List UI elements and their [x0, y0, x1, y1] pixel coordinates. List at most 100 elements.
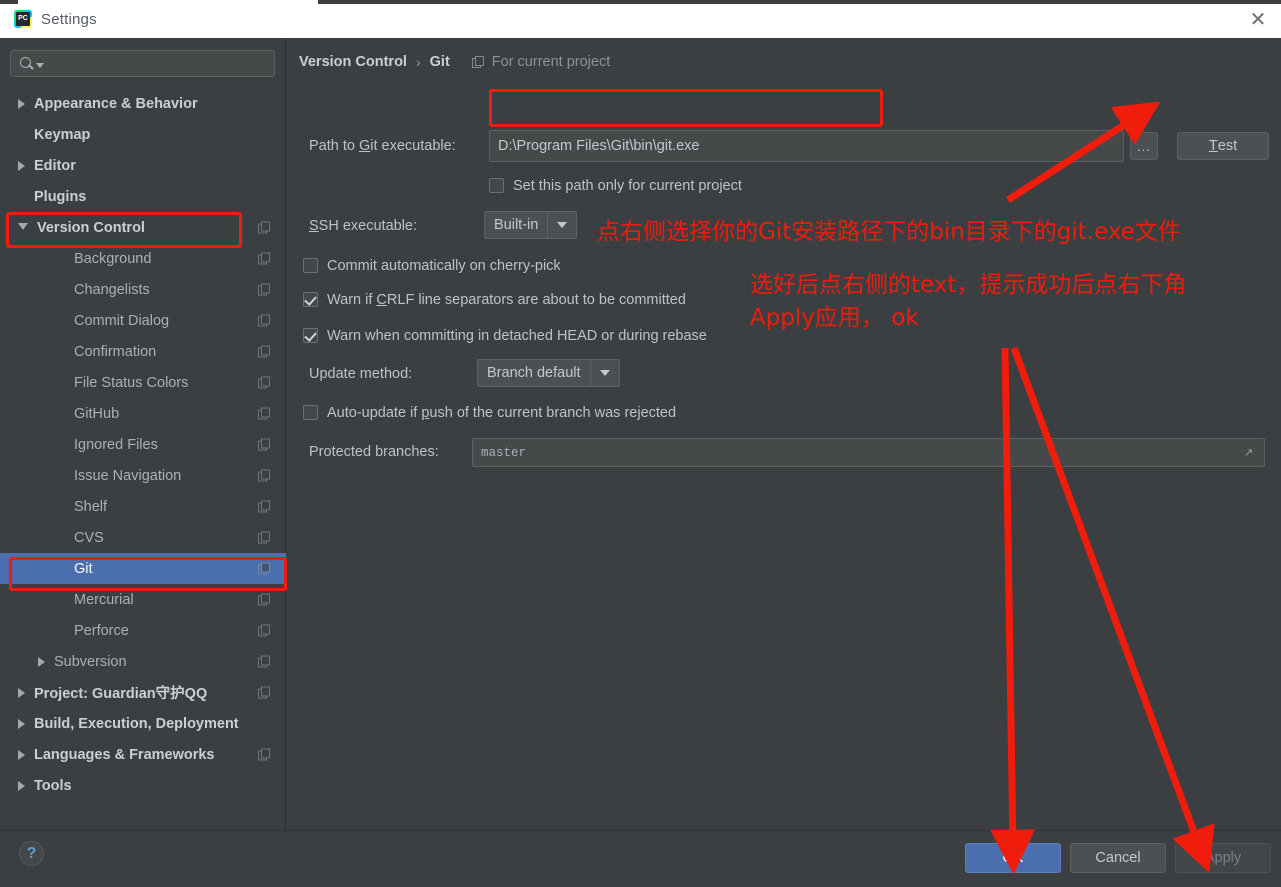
sidebar-item-issue-navigation[interactable]: Issue Navigation: [0, 460, 286, 491]
breadcrumb-parent[interactable]: Version Control: [299, 54, 407, 70]
scope-label: For current project: [491, 54, 611, 70]
copy-settings-icon[interactable]: [258, 531, 271, 544]
sidebar-item-cvs[interactable]: CVS: [0, 522, 286, 553]
sidebar-item-label: Languages & Frameworks: [34, 746, 215, 763]
chevron-right-icon[interactable]: [18, 160, 25, 171]
sidebar-item-keymap[interactable]: Keymap: [0, 119, 286, 150]
sidebar-item-tools[interactable]: Tools: [0, 770, 286, 801]
sidebar-item-label: Build, Execution, Deployment: [34, 715, 239, 732]
sidebar-item-plugins[interactable]: Plugins: [0, 181, 286, 212]
git-executable-path-input[interactable]: D:\Program Files\Git\bin\git.exe: [489, 130, 1124, 162]
protected-branches-input[interactable]: master ↗: [472, 438, 1265, 467]
copy-settings-icon[interactable]: [258, 748, 271, 761]
ok-button[interactable]: OK: [965, 843, 1061, 873]
commit-cherry-pick-checkbox[interactable]: [303, 258, 318, 273]
sidebar-item-mercurial[interactable]: Mercurial: [0, 584, 286, 615]
sidebar-item-github[interactable]: GitHub: [0, 398, 286, 429]
copy-settings-icon[interactable]: [258, 469, 271, 482]
close-icon[interactable]: ✕: [1235, 0, 1281, 38]
copy-settings-icon[interactable]: [258, 686, 271, 699]
help-button[interactable]: ?: [19, 841, 44, 866]
cancel-button[interactable]: Cancel: [1070, 843, 1166, 873]
window-title-bar: Settings ✕: [0, 0, 1281, 38]
sidebar-item-changelists[interactable]: Changelists: [0, 274, 286, 305]
chevron-right-icon[interactable]: [18, 687, 25, 698]
chevron-down-icon[interactable]: [36, 63, 44, 68]
copy-settings-icon[interactable]: [258, 252, 271, 265]
copy-settings-icon[interactable]: [258, 345, 271, 358]
sidebar-item-label: Mercurial: [74, 591, 134, 608]
sidebar-item-label: Issue Navigation: [74, 467, 182, 484]
sidebar-item-appearance-behavior[interactable]: Appearance & Behavior: [0, 88, 286, 119]
chevron-right-icon[interactable]: [18, 718, 25, 729]
sidebar-item-languages-frameworks[interactable]: Languages & Frameworks: [0, 739, 286, 770]
sidebar-item-background[interactable]: Background: [0, 243, 286, 274]
chevron-right-icon[interactable]: [18, 98, 25, 109]
warn-crlf-checkbox[interactable]: [303, 292, 318, 307]
sidebar-item-file-status-colors[interactable]: File Status Colors: [0, 367, 286, 398]
dialog-footer: ? OK Cancel Apply: [0, 830, 1281, 887]
ssh-executable-value: Built-in: [494, 217, 539, 233]
combo-divider: [589, 360, 591, 386]
sidebar-item-shelf[interactable]: Shelf: [0, 491, 286, 522]
copy-settings-icon[interactable]: [258, 624, 271, 637]
copy-settings-icon[interactable]: [258, 655, 271, 668]
chevron-right-icon[interactable]: [18, 749, 25, 760]
sidebar-item-ignored-files[interactable]: Ignored Files: [0, 429, 286, 460]
copy-settings-icon[interactable]: [258, 593, 271, 606]
warn-detached-head-checkbox[interactable]: [303, 328, 318, 343]
copy-settings-icon[interactable]: [258, 221, 271, 234]
sidebar-item-label: CVS: [74, 529, 104, 546]
search-input[interactable]: [10, 50, 275, 77]
copy-settings-icon[interactable]: [258, 376, 271, 389]
warn-crlf-label: Warn if CRLF line separators are about t…: [327, 292, 686, 308]
git-executable-path-value: D:\Program Files\Git\bin\git.exe: [498, 138, 700, 154]
sidebar-item-confirmation[interactable]: Confirmation: [0, 336, 286, 367]
copy-settings-icon[interactable]: [258, 407, 271, 420]
titlebar-tab-gap: [18, 0, 318, 4]
copy-settings-icon[interactable]: [258, 438, 271, 451]
copy-settings-icon[interactable]: [258, 500, 271, 513]
apply-button[interactable]: Apply: [1175, 843, 1271, 873]
sidebar-item-perforce[interactable]: Perforce: [0, 615, 286, 646]
sidebar-item-build-execution-deployment[interactable]: Build, Execution, Deployment: [0, 708, 286, 739]
sidebar-item-version-control[interactable]: Version Control: [0, 212, 286, 243]
sidebar-item-label: Appearance & Behavior: [34, 95, 198, 112]
sidebar-item-label: Editor: [34, 157, 76, 174]
chevron-right-icon[interactable]: [18, 780, 25, 791]
settings-tree: Appearance & Behavior Keymap Editor Plugins…: [0, 88, 286, 801]
chevron-down-icon[interactable]: [557, 222, 568, 228]
path-to-git-label: Path to Git executable:: [309, 138, 456, 154]
sidebar-item-git[interactable]: Git: [0, 553, 286, 584]
copy-settings-icon[interactable]: [258, 562, 271, 575]
copy-settings-icon[interactable]: [258, 283, 271, 296]
sidebar-item-label: Git: [74, 560, 93, 577]
chevron-right-icon[interactable]: [38, 656, 45, 667]
sidebar-item-editor[interactable]: Editor: [0, 150, 286, 181]
breadcrumb: Version Control › Git For current projec…: [299, 54, 610, 70]
test-button[interactable]: Test: [1177, 132, 1269, 160]
update-method-dropdown[interactable]: Branch default: [477, 359, 620, 387]
sidebar-item-subversion[interactable]: Subversion: [0, 646, 286, 677]
copy-settings-icon[interactable]: [258, 314, 271, 327]
expand-icon[interactable]: ↗: [1244, 447, 1256, 459]
chevron-down-icon[interactable]: [18, 223, 28, 235]
ssh-executable-dropdown[interactable]: Built-in: [484, 211, 578, 239]
auto-update-push-rejected-checkbox[interactable]: [303, 405, 318, 420]
sidebar-item-project-guardian-qq[interactable]: Project: Guardian守护QQ: [0, 677, 286, 708]
set-path-current-project-checkbox[interactable]: [489, 178, 504, 193]
sidebar-item-label: Perforce: [74, 622, 129, 639]
sidebar-item-commit-dialog[interactable]: Commit Dialog: [0, 305, 286, 336]
browse-button[interactable]: ...: [1130, 132, 1158, 160]
sidebar-item-label: Background: [74, 250, 152, 267]
chevron-down-icon[interactable]: [599, 370, 610, 376]
commit-cherry-pick-label: Commit automatically on cherry-pick: [327, 258, 561, 274]
